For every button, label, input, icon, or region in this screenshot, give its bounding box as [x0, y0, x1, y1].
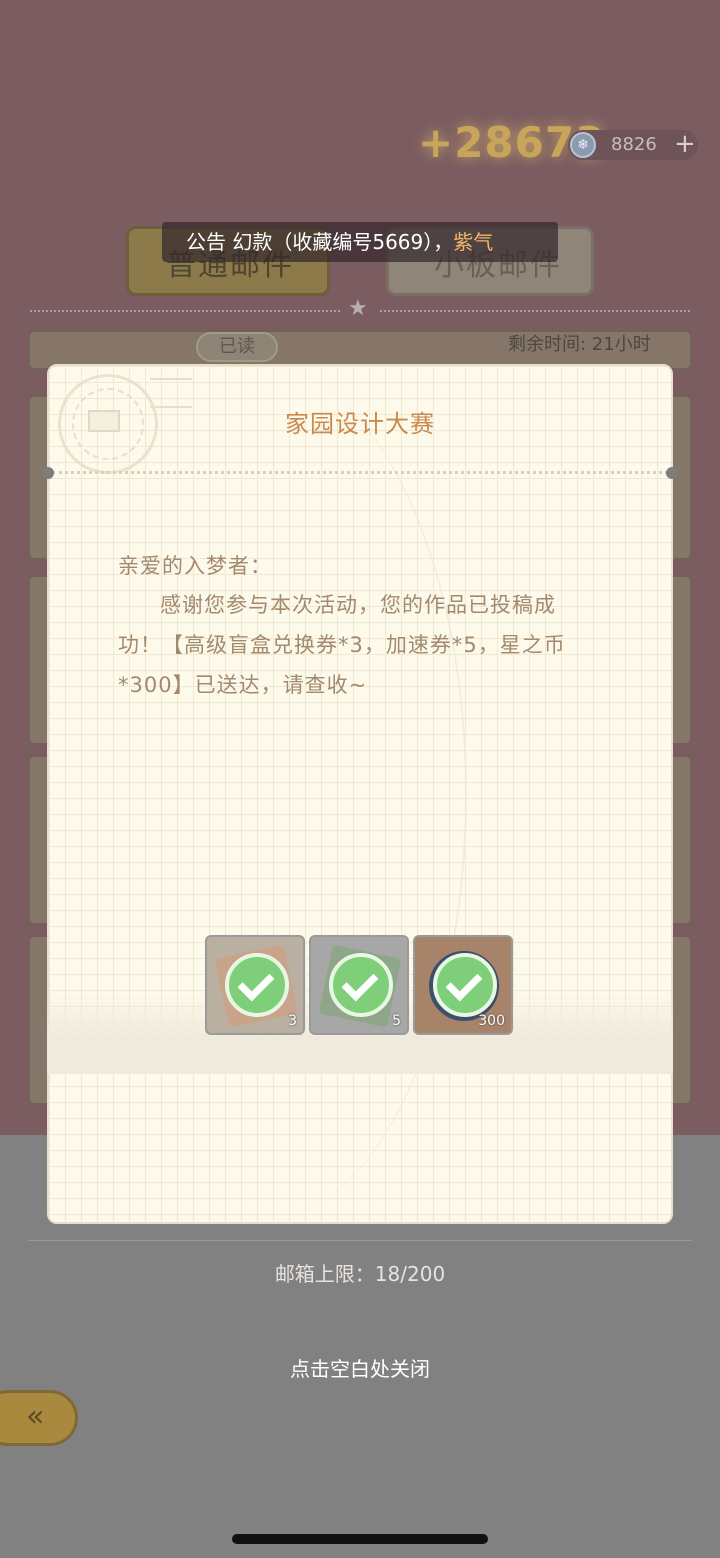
title-divider: [52, 471, 668, 474]
mail-body: 感谢您参与本次活动，您的作品已投稿成功！【高级盲盒兑换券*3，加速券*5，星之币…: [118, 593, 566, 697]
mailbox-limit: 邮箱上限：18/200: [274, 1262, 446, 1286]
home-indicator[interactable]: [232, 1534, 488, 1544]
reward-item[interactable]: 3: [205, 935, 305, 1035]
modal-title: 家园设计大赛: [285, 410, 435, 438]
gem-icon: ❄: [570, 132, 596, 158]
reward-count: 5: [392, 1013, 401, 1029]
claimed-check-icon: [329, 953, 393, 1017]
ticket-notch-left: [42, 467, 54, 479]
announcement-highlight: 紫气: [453, 230, 494, 254]
announcement-banner: 公告 幻款（收藏编号5669），紫气: [162, 222, 558, 262]
reward-item[interactable]: 300: [413, 935, 513, 1035]
close-hint: 点击空白处关闭: [290, 1357, 430, 1381]
reward-item[interactable]: 5: [309, 935, 409, 1035]
decorative-arc: [47, 364, 467, 1224]
claimed-check-icon: [225, 953, 289, 1017]
star-icon: ★: [348, 296, 368, 321]
reward-count: 300: [478, 1013, 505, 1029]
footer-divider: [28, 1240, 692, 1241]
mail-greeting: 亲爱的入梦者：: [118, 554, 272, 578]
reward-count: 3: [288, 1013, 297, 1029]
divider-right: [380, 310, 690, 312]
remaining-time: 剩余时间: 21小时: [508, 334, 651, 355]
add-gem-button[interactable]: +: [674, 130, 696, 158]
ticket-notch-right: [666, 467, 678, 479]
claimed-check-icon: [433, 953, 497, 1017]
divider-left: [30, 310, 340, 312]
gem-count: 8826: [611, 134, 657, 155]
announcement-text: 幻款（收藏编号5669），: [232, 230, 454, 254]
back-arrow-icon: «: [26, 1399, 45, 1434]
read-status-tag: 已读: [196, 332, 278, 362]
announcement-prefix: 公告: [186, 230, 226, 254]
